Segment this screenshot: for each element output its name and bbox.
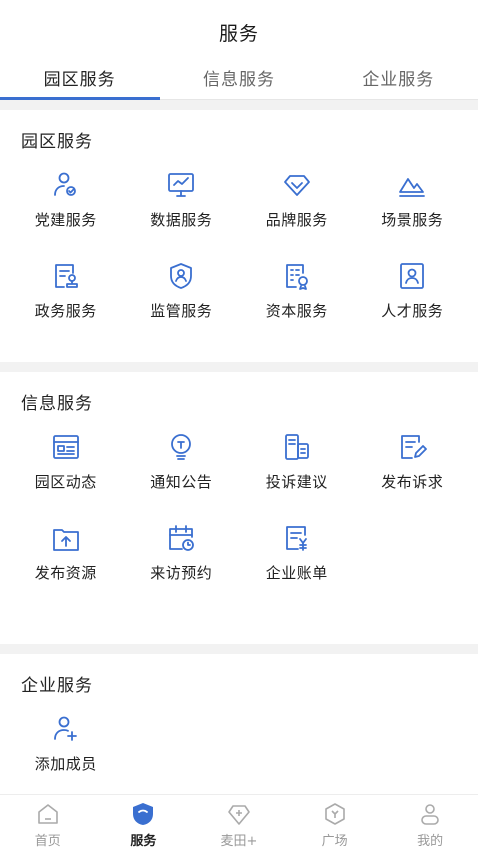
news-icon [49, 430, 83, 464]
section-divider [0, 100, 478, 110]
tab-park-services[interactable]: 园区服务 [0, 64, 159, 99]
document-stamp-icon [49, 259, 83, 293]
section-divider [0, 644, 478, 654]
tab-bar: 园区服务 信息服务 企业服务 [0, 64, 478, 100]
service-notice[interactable]: 通知公告 [124, 430, 240, 521]
nav-home[interactable]: 首页 [0, 795, 96, 850]
user-badge-icon [49, 168, 83, 202]
service-brand[interactable]: 品牌服务 [239, 168, 355, 259]
section-divider [0, 362, 478, 372]
section-title: 信息服务 [21, 394, 93, 414]
mountain-icon [395, 168, 429, 202]
service-government[interactable]: 政务服务 [8, 259, 124, 350]
shield-user-icon [164, 259, 198, 293]
edit-document-icon [395, 430, 429, 464]
home-icon [35, 801, 61, 827]
nav-mine[interactable]: 我的 [382, 795, 478, 850]
header: 服务 [0, 0, 478, 64]
service-party-building[interactable]: 党建服务 [8, 168, 124, 259]
section-enterprise-services: 企业服务 添加成员 [0, 654, 478, 803]
active-tab-indicator [0, 97, 160, 100]
service-data[interactable]: 数据服务 [124, 168, 240, 259]
diamond-icon [280, 168, 314, 202]
service-talent[interactable]: 人才服务 [355, 259, 471, 350]
service-visit-booking[interactable]: 来访预约 [124, 521, 240, 612]
tab-info-services[interactable]: 信息服务 [159, 64, 318, 99]
profile-icon [417, 801, 443, 827]
id-card-icon [395, 259, 429, 293]
service-post-resource[interactable]: 发布资源 [8, 521, 124, 612]
service-add-member[interactable]: 添加成员 [8, 712, 124, 803]
bottom-nav: 首页 服务 麦田+ 广场 我的 [0, 794, 478, 850]
add-user-icon [49, 712, 83, 746]
nav-square[interactable]: 广场 [287, 795, 383, 850]
section-title: 园区服务 [21, 132, 93, 152]
nav-maitian-plus[interactable]: 麦田+ [191, 795, 287, 850]
monitor-chart-icon [164, 168, 198, 202]
section-title: 企业服务 [21, 676, 93, 696]
section-park-services: 园区服务 党建服务 数据服务 品牌服务 场景服务 政务服务 监管服务 资本服务 … [0, 110, 478, 362]
upload-folder-icon [49, 521, 83, 555]
page-title: 服务 [218, 22, 259, 45]
feedback-icon [280, 430, 314, 464]
service-complaint[interactable]: 投诉建议 [239, 430, 355, 521]
nav-services[interactable]: 服务 [96, 795, 192, 850]
calendar-clock-icon [164, 521, 198, 555]
service-shield-icon [130, 801, 156, 827]
service-capital[interactable]: 资本服务 [239, 259, 355, 350]
section-info-services: 信息服务 园区动态 通知公告 投诉建议 发布诉求 发布资源 来访预约 企业账单 [0, 372, 478, 644]
service-supervision[interactable]: 监管服务 [124, 259, 240, 350]
plus-diamond-icon [226, 801, 252, 827]
bill-icon [280, 521, 314, 555]
service-scene[interactable]: 场景服务 [355, 168, 471, 259]
service-enterprise-bill[interactable]: 企业账单 [239, 521, 355, 612]
bulb-icon [164, 430, 198, 464]
tab-enterprise-services[interactable]: 企业服务 [319, 64, 478, 99]
service-post-demand[interactable]: 发布诉求 [355, 430, 471, 521]
hexagon-icon [322, 801, 348, 827]
document-gear-icon [280, 259, 314, 293]
service-park-news[interactable]: 园区动态 [8, 430, 124, 521]
